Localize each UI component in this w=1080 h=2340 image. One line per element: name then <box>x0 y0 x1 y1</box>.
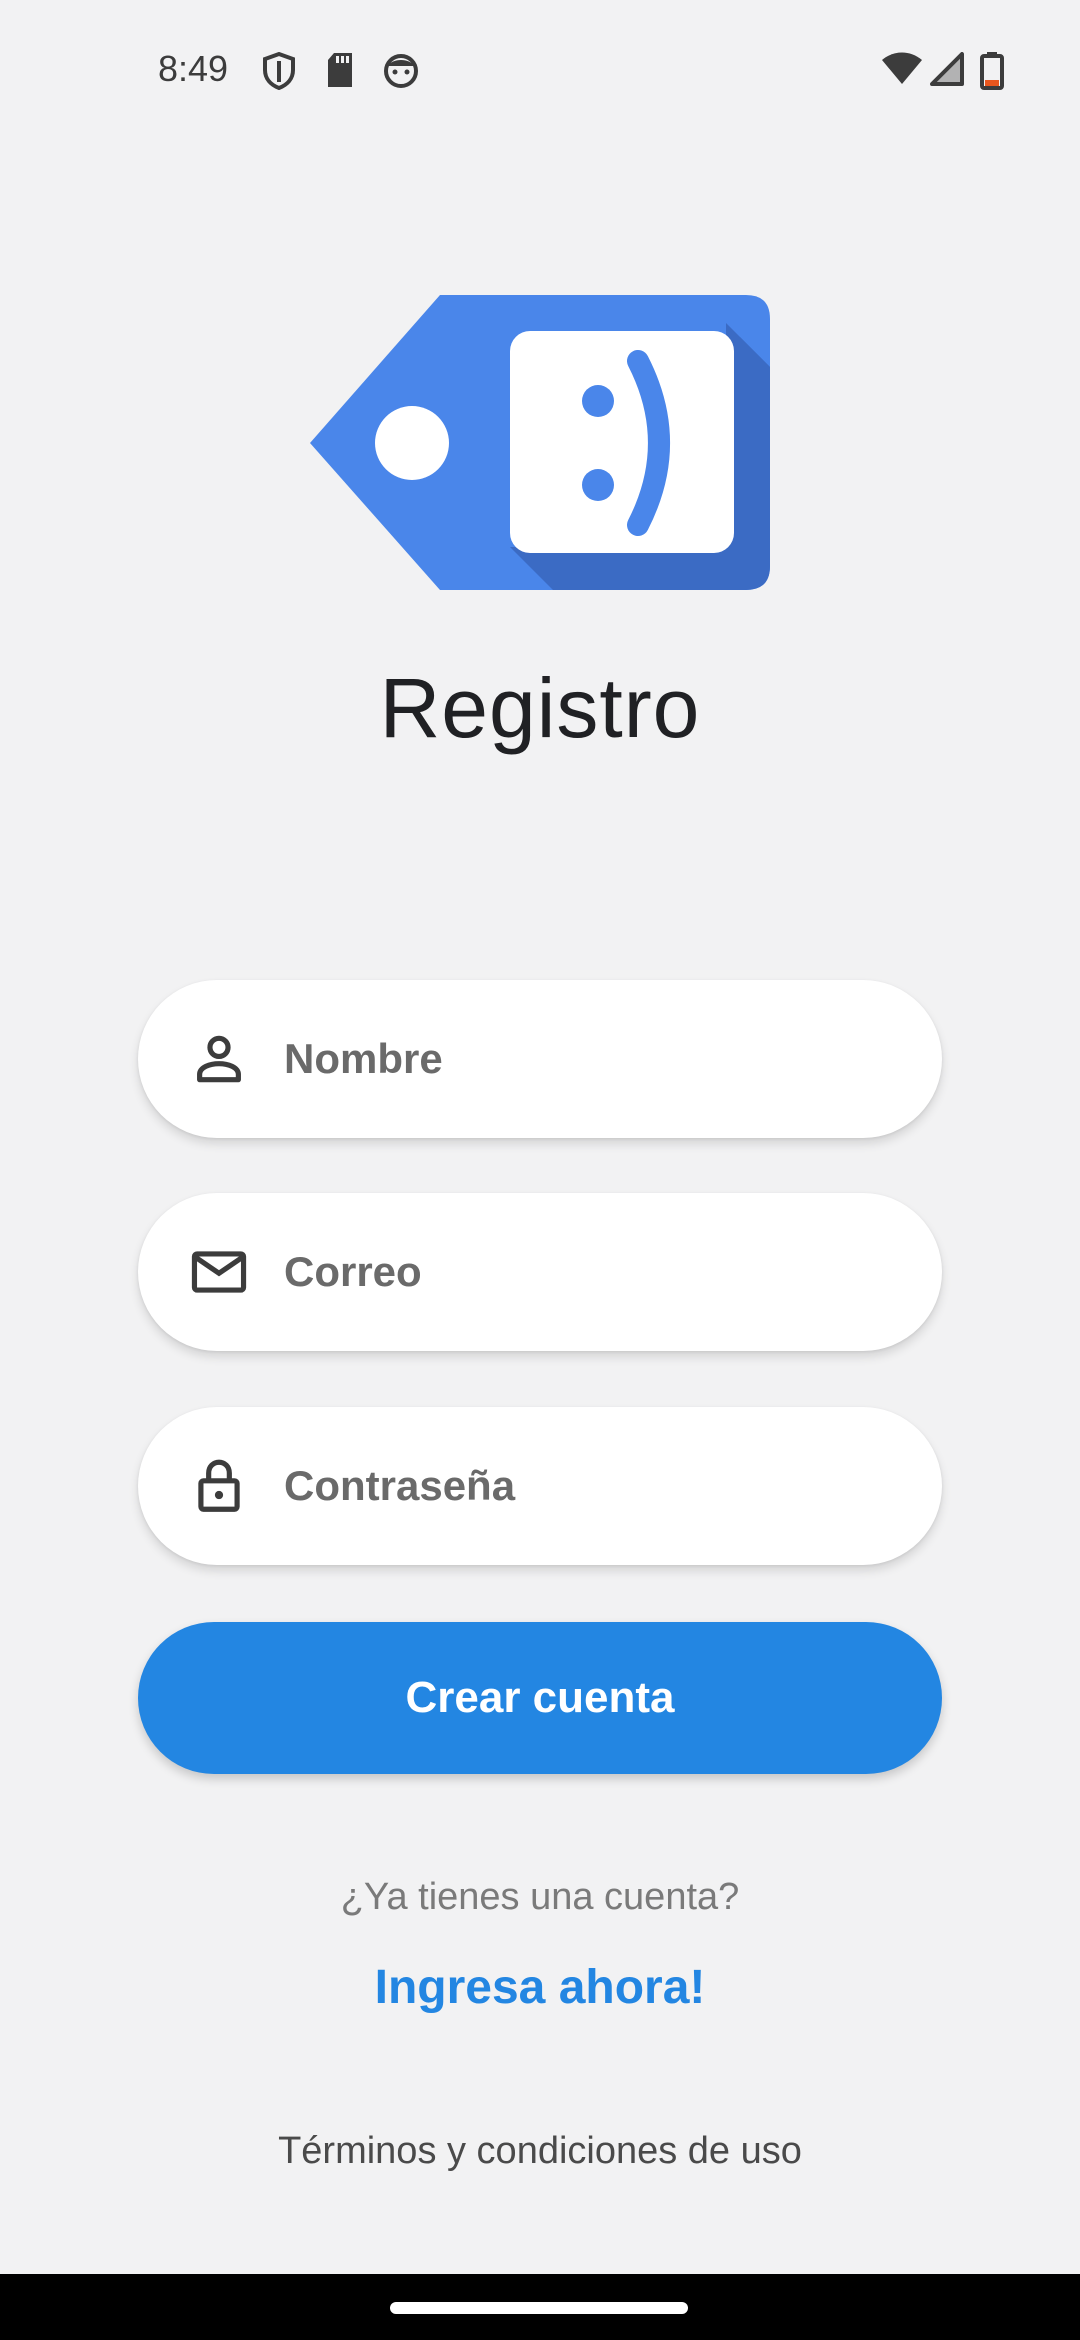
terms-link[interactable]: Términos y condiciones de uso <box>0 2130 1080 2173</box>
name-field[interactable] <box>138 980 942 1138</box>
have-account-text: ¿Ya tienes una cuenta? <box>340 1876 740 1918</box>
create-account-button[interactable]: Crear cuenta <box>138 1622 942 1774</box>
login-link[interactable]: Ingresa ahora! <box>0 1960 1080 2015</box>
name-input[interactable] <box>284 980 904 1138</box>
status-bar: 8:49 <box>0 0 1080 140</box>
password-input[interactable] <box>284 1407 904 1565</box>
signal-icon <box>928 52 964 86</box>
tag-smiley-logo <box>310 295 770 590</box>
face-icon <box>382 52 420 88</box>
password-field[interactable] <box>138 1407 942 1565</box>
lock-icon <box>188 1455 250 1517</box>
home-gesture-handle[interactable] <box>390 2302 688 2314</box>
battery-icon <box>980 52 1004 90</box>
person-icon <box>188 1028 250 1090</box>
mail-icon <box>188 1241 250 1303</box>
sd-card-icon <box>326 52 354 88</box>
shield-icon <box>262 52 296 90</box>
wifi-icon <box>882 52 922 86</box>
email-field[interactable] <box>138 1193 942 1351</box>
status-time: 8:49 <box>158 48 229 89</box>
email-input[interactable] <box>284 1193 904 1351</box>
page-title: Registro <box>379 661 701 755</box>
